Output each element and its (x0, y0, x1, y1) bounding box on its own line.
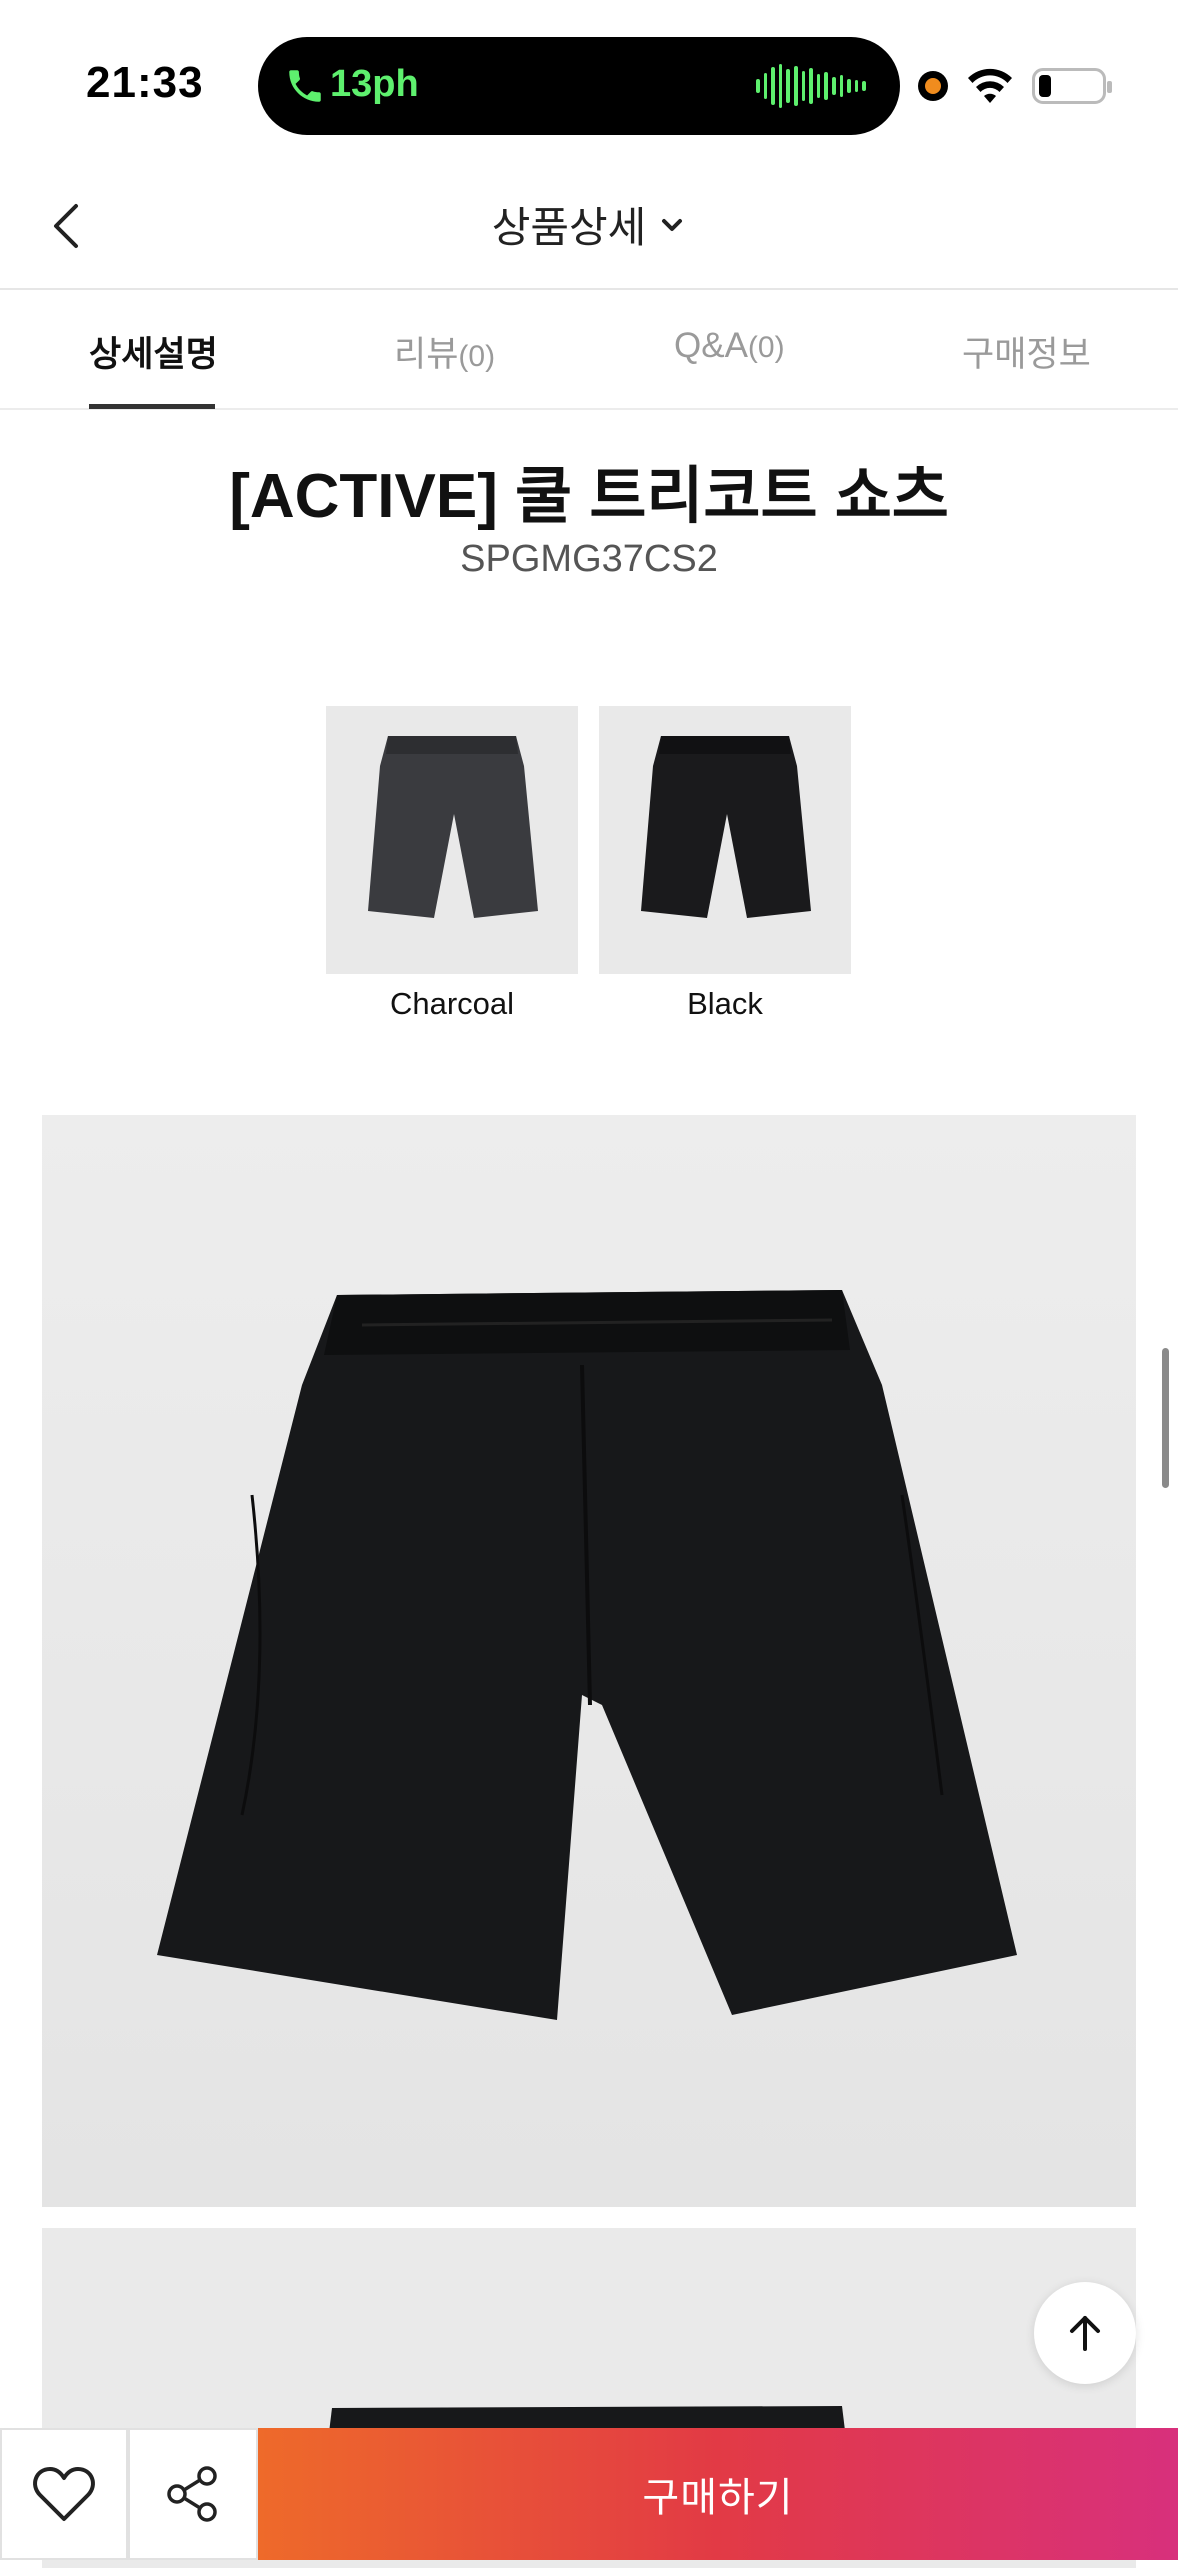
tab-count: (0) (747, 331, 785, 364)
active-tab-indicator (89, 404, 215, 409)
tab-reviews[interactable]: 리뷰(0) (394, 326, 495, 377)
page-title-dropdown[interactable]: 상품상세 (0, 194, 1178, 255)
share-icon (167, 2466, 217, 2522)
buy-button[interactable]: 구매하기 (258, 2428, 1178, 2560)
tab-qna[interactable]: Q&A(0) (674, 326, 785, 366)
swatch-label: Black (687, 986, 763, 1021)
tab-count: (0) (458, 340, 496, 373)
product-main-image (42, 1115, 1136, 2207)
bottom-action-bar: 구매하기 (0, 2428, 1178, 2560)
tab-description[interactable]: 상세설명 (89, 326, 218, 377)
status-icons (918, 64, 1112, 108)
battery-icon (1032, 68, 1112, 104)
app-header: 상품상세 (0, 160, 1178, 290)
tab-label: 구매정보 (962, 335, 1091, 374)
color-swatch-black[interactable] (599, 706, 851, 974)
color-swatch-charcoal[interactable] (326, 706, 578, 974)
recording-indicator-icon (918, 71, 948, 101)
arrow-up-icon (1070, 2316, 1100, 2351)
tab-purchase-info[interactable]: 구매정보 (962, 326, 1091, 377)
swatch-label: Charcoal (389, 986, 515, 1021)
status-time: 21:33 (86, 58, 204, 107)
chevron-down-icon (662, 218, 683, 231)
share-button[interactable] (128, 2428, 258, 2560)
scrollbar-thumb[interactable] (1162, 1348, 1169, 1488)
tab-label: Q&A (674, 326, 748, 365)
shorts-image (42, 1115, 1136, 2207)
wishlist-button[interactable] (0, 2428, 128, 2560)
status-bar: 21:33 13ph (0, 0, 1178, 160)
page-title: 상품상세 (491, 204, 647, 251)
audio-waveform-icon (756, 63, 866, 109)
product-title: [ACTIVE] 쿨 트리코트 쇼츠 (229, 462, 949, 531)
scroll-to-top-button[interactable] (1034, 2282, 1136, 2384)
call-duration: 13ph (330, 63, 419, 105)
detail-tabs: 상세설명 리뷰(0) Q&A(0) 구매정보 (0, 292, 1178, 410)
shorts-image (368, 736, 538, 918)
phone-icon (289, 70, 321, 102)
shorts-image (641, 736, 811, 918)
product-code: SPGMG37CS2 (460, 538, 718, 580)
tab-label: 상세설명 (89, 335, 218, 374)
wifi-icon (968, 68, 1012, 103)
tab-label: 리뷰 (394, 335, 459, 374)
heart-icon (33, 2467, 95, 2521)
dynamic-island-call[interactable]: 13ph (258, 37, 900, 135)
